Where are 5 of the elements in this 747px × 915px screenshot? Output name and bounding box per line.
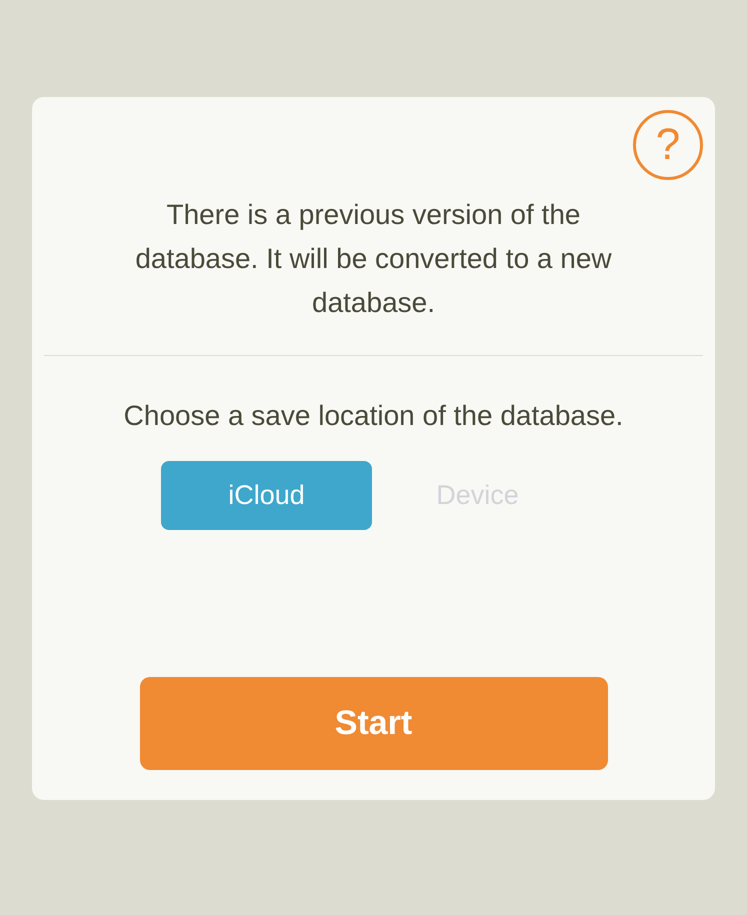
prompt-text: Choose a save location of the database.: [122, 399, 624, 433]
message-text: There is a previous version of the database. It will be converted to a new database.: [134, 198, 613, 320]
help-button[interactable]: ?: [633, 110, 703, 180]
start-button[interactable]: Start: [140, 677, 608, 770]
location-option[interactable]: iCloud: [161, 461, 372, 530]
